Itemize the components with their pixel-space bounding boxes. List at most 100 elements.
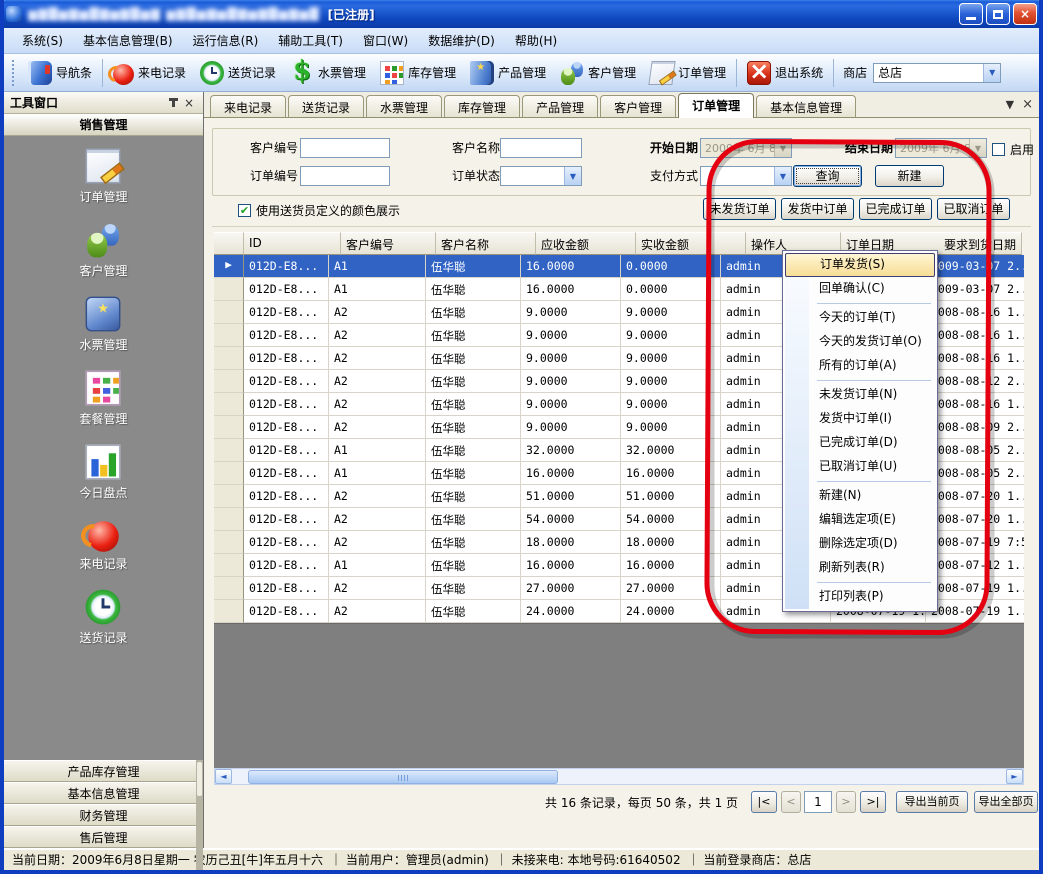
table-column-header[interactable]: ID	[244, 232, 341, 255]
next-page-button[interactable]: >	[836, 791, 856, 813]
menu-item[interactable]: 数据维护(D)	[418, 29, 505, 52]
start-date-picker[interactable]: 2009年 6月 8日▼	[700, 138, 792, 158]
context-menu-item[interactable]: 未发货订单(N)	[785, 383, 935, 407]
order-status-filter-button[interactable]: 发货中订单	[781, 198, 854, 220]
document-tab[interactable]: 订单管理	[678, 93, 754, 118]
order-status-filter-button[interactable]: 已完成订单	[859, 198, 932, 220]
context-menu-item[interactable]: 回单确认(C)	[785, 277, 935, 301]
customer-name-input[interactable]	[500, 138, 582, 158]
pay-method-select[interactable]: ▼	[700, 166, 792, 186]
sidebar-item[interactable]: 订单管理	[79, 148, 127, 205]
tab-list-dropdown-icon[interactable]: ▼	[1006, 98, 1014, 111]
toolbar-button[interactable]: 客户管理	[553, 58, 643, 88]
context-menu-item[interactable]: 订单发货(S)	[785, 253, 935, 277]
toolbar-button[interactable]	[102, 59, 103, 87]
toolbar-button[interactable]: 送货记录	[193, 58, 283, 88]
last-page-button[interactable]: >|	[860, 791, 886, 813]
order-status-filter-button[interactable]: 未发货订单	[703, 198, 776, 220]
scroll-left-icon[interactable]: ◄	[215, 769, 232, 784]
menu-item[interactable]: 运行信息(R)	[183, 29, 269, 52]
toolbar-button[interactable]: 退出系统	[740, 58, 830, 88]
minimize-button[interactable]	[959, 3, 983, 25]
menu-item[interactable]: 辅助工具(T)	[268, 29, 353, 52]
context-menu-item[interactable]: 打印列表(P)	[785, 585, 935, 609]
toolbar-button[interactable]: 导航条	[21, 58, 99, 88]
context-menu-item[interactable]: 所有的订单(A)	[785, 354, 935, 378]
toolbar-button[interactable]: 库存管理	[373, 58, 463, 88]
toolbar-button[interactable]: 产品管理	[463, 58, 553, 88]
context-menu-item[interactable]: 今天的发货订单(O)	[785, 330, 935, 354]
sidebar-item[interactable]: 来电记录	[79, 518, 127, 572]
enable-checkbox[interactable]: 启用	[992, 141, 1034, 158]
toolbar-button[interactable]	[833, 59, 834, 87]
color-display-checkbox[interactable]: ✔ 使用送货员定义的颜色展示	[238, 202, 400, 219]
sidebar-item[interactable]: 套餐管理	[79, 370, 127, 427]
scrollbar-thumb[interactable]	[248, 770, 558, 784]
context-menu-item[interactable]: 编辑选定项(E)	[785, 508, 935, 532]
sidebar-group-button[interactable]: 财务管理	[4, 804, 203, 826]
table-column-header[interactable]: 要求到货日期	[939, 232, 1022, 255]
sidebar-item[interactable]: 今日盘点	[79, 444, 127, 501]
sidebar-section-sales[interactable]: 销售管理	[4, 114, 203, 136]
document-tab[interactable]: 库存管理	[444, 95, 520, 117]
tool-window-close-button[interactable]: ×	[181, 95, 197, 110]
document-tab[interactable]: 产品管理	[522, 95, 598, 117]
context-menu-item[interactable]: 新建(N)	[785, 484, 935, 508]
context-menu-item[interactable]: 已完成订单(D)	[785, 431, 935, 455]
order-no-input[interactable]	[300, 166, 390, 186]
toolbar-button[interactable]: 水票管理	[283, 58, 373, 88]
context-menu-item[interactable]: 删除选定项(D)	[785, 532, 935, 556]
close-button[interactable]: ×	[1013, 3, 1037, 25]
tab-close-icon[interactable]: ×	[1022, 97, 1033, 112]
document-tab[interactable]: 水票管理	[366, 95, 442, 117]
export-current-page-button[interactable]: 导出当前页	[896, 791, 968, 813]
document-tab[interactable]: 来电记录	[210, 95, 286, 117]
context-menu-item[interactable]: 已取消订单(U)	[785, 455, 935, 479]
sidebar-group-button[interactable]: 产品库存管理	[4, 760, 203, 782]
export-all-pages-button[interactable]: 导出全部页	[974, 791, 1038, 813]
query-button[interactable]: 查询	[793, 165, 862, 187]
context-menu-item[interactable]: 今天的订单(T)	[785, 306, 935, 330]
sidebar-scrollbar[interactable]	[196, 760, 203, 874]
chevron-down-icon[interactable]: ▼	[774, 167, 791, 185]
toolbar-button[interactable]	[736, 59, 737, 87]
scroll-right-icon[interactable]: ►	[1006, 769, 1023, 784]
sidebar-item[interactable]: 送货记录	[79, 589, 127, 646]
table-column-header[interactable]: 客户名称	[436, 232, 536, 255]
first-page-button[interactable]: |<	[751, 791, 777, 813]
page-number-input[interactable]: 1	[804, 791, 832, 813]
sidebar-group-button[interactable]: 基本信息管理	[4, 782, 203, 804]
context-menu-item[interactable]: 刷新列表(R)	[785, 556, 935, 580]
horizontal-scrollbar[interactable]: ◄ ►	[214, 768, 1024, 785]
cell-order-id: 012D-E8...	[244, 301, 329, 324]
end-date-picker[interactable]: 2009年 6月 8日▼	[895, 138, 987, 158]
maximize-button[interactable]	[986, 3, 1010, 25]
table-column-header[interactable]: 应收金额	[536, 232, 636, 255]
order-status-filter-button[interactable]: 已取消订单	[937, 198, 1010, 220]
shop-select[interactable]: 总店 ▼	[873, 63, 1001, 83]
document-tab[interactable]: 送货记录	[288, 95, 364, 117]
cell-customer-name: 伍华聪	[426, 301, 521, 324]
sidebar-item[interactable]: 客户管理	[79, 222, 127, 279]
customer-no-input[interactable]	[300, 138, 390, 158]
menu-item[interactable]: 系统(S)	[12, 29, 73, 52]
document-tab[interactable]: 基本信息管理	[756, 95, 856, 117]
prev-page-button[interactable]: <	[781, 791, 801, 813]
document-tab[interactable]: 客户管理	[600, 95, 676, 117]
pin-button[interactable]	[165, 95, 181, 110]
sidebar-item[interactable]: 水票管理	[79, 296, 127, 353]
toolbar-button-label: 导航条	[56, 64, 92, 81]
chevron-down-icon[interactable]: ▼	[983, 64, 1000, 82]
toolbar-button[interactable]: 来电记录	[106, 59, 193, 86]
order-status-select[interactable]: ▼	[500, 166, 582, 186]
table-column-header[interactable]: 客户编号	[341, 232, 436, 255]
menu-item[interactable]: 窗口(W)	[353, 29, 418, 52]
context-menu-item[interactable]: 发货中订单(I)	[785, 407, 935, 431]
sidebar-group-button[interactable]: 售后管理	[4, 826, 203, 848]
menu-item[interactable]: 帮助(H)	[505, 29, 567, 52]
new-button[interactable]: 新建	[875, 165, 944, 187]
chevron-down-icon[interactable]: ▼	[564, 167, 581, 185]
toolbar-button[interactable]: 订单管理	[643, 58, 733, 88]
menu-item[interactable]: 基本信息管理(B)	[73, 29, 183, 52]
table-column-header[interactable]: 实收金额	[636, 232, 746, 255]
